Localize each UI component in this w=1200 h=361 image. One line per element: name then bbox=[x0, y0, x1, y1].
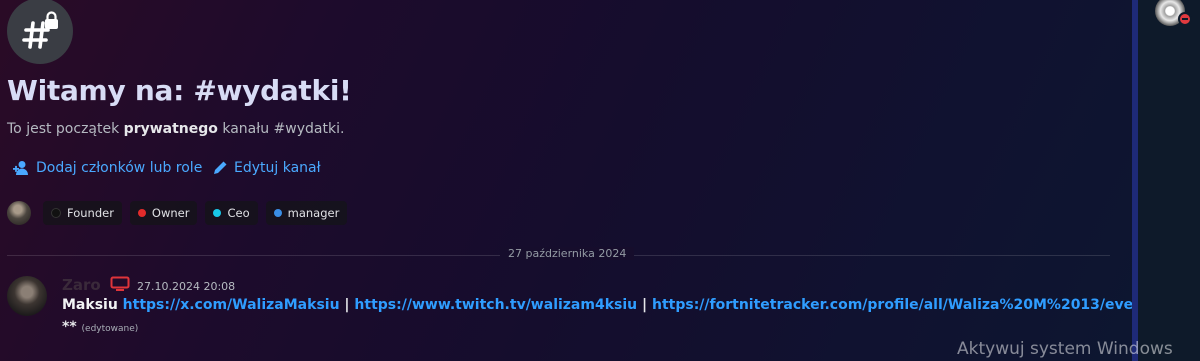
subtitle-text-bold: prywatnego bbox=[123, 121, 218, 137]
role-color-dot bbox=[213, 209, 222, 217]
subtitle-text-start: To jest początek bbox=[7, 121, 124, 137]
private-channel-icon bbox=[7, 0, 73, 64]
role-pill-owner[interactable]: Owner bbox=[129, 201, 198, 225]
pencil-icon bbox=[214, 161, 227, 174]
link-separator: | bbox=[637, 297, 652, 313]
chat-area: Witamy na: #wydatki! To jest początek pr… bbox=[0, 0, 1158, 361]
role-color-dot bbox=[51, 208, 61, 218]
add-members-label: Dodaj członków lub role bbox=[36, 160, 203, 176]
role-color-dot bbox=[273, 209, 282, 217]
message-content: Maksiu https://x.com/WalizaMaksiu | http… bbox=[62, 297, 1158, 313]
role-name: Founder bbox=[67, 206, 114, 220]
edit-channel-label: Edytuj kanał bbox=[234, 160, 321, 176]
subtitle-text-end: kanału #wydatki. bbox=[217, 121, 345, 137]
role-name: manager bbox=[287, 206, 340, 220]
role-name: Ceo bbox=[227, 206, 250, 220]
role-color-dot bbox=[137, 209, 146, 217]
avatar[interactable] bbox=[7, 201, 31, 225]
message-prefix: Maksiu bbox=[62, 297, 123, 313]
role-pill-ceo[interactable]: Ceo bbox=[205, 201, 258, 225]
message-link-x[interactable]: https://x.com/WalizaMaksiu bbox=[123, 297, 340, 313]
role-pill-manager[interactable]: manager bbox=[265, 201, 348, 225]
message-asterisks: ** bbox=[62, 319, 77, 335]
add-members-button[interactable]: Dodaj członków lub role bbox=[12, 160, 202, 176]
edit-channel-button[interactable]: Edytuj kanał bbox=[212, 160, 321, 176]
edited-label: (edytowane) bbox=[81, 324, 139, 334]
member-list-panel bbox=[1138, 0, 1200, 361]
welcome-title: Witamy na: #wydatki! bbox=[7, 74, 352, 107]
link-separator: | bbox=[339, 297, 355, 313]
message-avatar[interactable] bbox=[7, 276, 47, 316]
desktop-icon bbox=[110, 276, 130, 296]
message-timestamp: 27.10.2024 20:08 bbox=[137, 280, 236, 293]
message-content-line-2: ** (edytowane) bbox=[62, 319, 138, 335]
welcome-subtitle: To jest początek prywatnego kanału #wyda… bbox=[7, 121, 344, 137]
message-link-twitch[interactable]: https://www.twitch.tv/walizam4ksiu bbox=[354, 297, 637, 313]
windows-activation-watermark: Aktywuj system Windows bbox=[957, 339, 1173, 359]
add-members-icon bbox=[13, 161, 28, 175]
message-link-fortnitetracker[interactable]: https://fortnitetracker.com/profile/all/… bbox=[652, 297, 1158, 313]
date-divider-label: 27 października 2024 bbox=[500, 247, 635, 260]
roles-row: Founder Owner Ceo manager bbox=[7, 201, 348, 225]
role-pill-founder[interactable]: Founder bbox=[43, 201, 122, 225]
role-name: Owner bbox=[151, 206, 190, 220]
do-not-disturb-status-icon bbox=[1178, 12, 1192, 26]
message-author[interactable]: Zaro bbox=[62, 276, 101, 294]
